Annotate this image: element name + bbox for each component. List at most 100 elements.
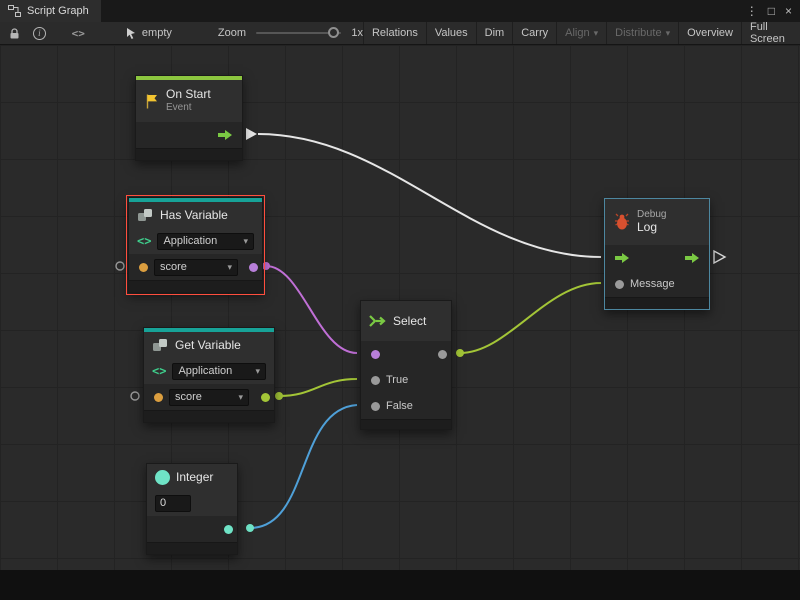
info-icon[interactable]: i bbox=[33, 27, 46, 40]
variable-name-value: score bbox=[175, 391, 202, 403]
scope-dropdown[interactable]: Application ▾ bbox=[157, 233, 254, 250]
relations-label: Relations bbox=[372, 27, 418, 39]
node-debug-log[interactable]: Debug Log Message bbox=[604, 198, 710, 310]
fullscreen-button[interactable]: Full Screen bbox=[741, 22, 800, 44]
message-label: Message bbox=[630, 278, 675, 290]
select-icon bbox=[369, 314, 387, 328]
variable-name-input-port[interactable] bbox=[154, 393, 163, 402]
variable-name-value: score bbox=[160, 261, 187, 273]
node-title: Has Variable bbox=[160, 208, 228, 222]
carry-button[interactable]: Carry bbox=[512, 22, 556, 44]
caret-down-icon: ▾ bbox=[238, 392, 243, 403]
bug-icon bbox=[613, 213, 631, 231]
tab-bar: Script Graph ⋮ □ × bbox=[0, 0, 800, 22]
node-footer bbox=[147, 542, 237, 554]
variable-name-input-port[interactable] bbox=[139, 263, 148, 272]
control-flow-arrow-start bbox=[246, 128, 257, 140]
tab-script-graph[interactable]: Script Graph bbox=[0, 0, 101, 22]
select-output-dot[interactable] bbox=[456, 349, 464, 357]
values-button[interactable]: Values bbox=[426, 22, 476, 44]
wire-control-onstart-to-log[interactable] bbox=[258, 134, 601, 257]
node-title: Log bbox=[637, 221, 666, 235]
pointer-icon bbox=[125, 27, 137, 40]
carry-label: Carry bbox=[521, 27, 548, 39]
zoom-value: 1x bbox=[351, 27, 363, 39]
node-footer bbox=[361, 419, 451, 429]
false-label: False bbox=[386, 400, 413, 412]
overview-label: Overview bbox=[687, 27, 733, 39]
value-output-port[interactable] bbox=[261, 393, 270, 402]
hasvariable-output-dot[interactable] bbox=[262, 262, 270, 270]
graph-canvas[interactable]: On Start Event Has bbox=[0, 45, 800, 570]
overview-button[interactable]: Overview bbox=[678, 22, 741, 44]
node-title: Select bbox=[393, 314, 426, 328]
caret-down-icon: ▾ bbox=[227, 262, 232, 273]
zoom-slider-handle[interactable] bbox=[328, 27, 339, 38]
tab-label: Script Graph bbox=[27, 5, 89, 17]
result-output-port[interactable] bbox=[249, 263, 258, 272]
scope-dropdown[interactable]: Application ▾ bbox=[172, 363, 266, 380]
wire-integer-to-select-false[interactable] bbox=[250, 405, 357, 528]
wire-hasvariable-to-select[interactable] bbox=[266, 266, 357, 353]
more-menu-button[interactable]: ⋮ bbox=[746, 4, 758, 18]
caret-down-icon: ▾ bbox=[243, 236, 248, 247]
node-title: Get Variable bbox=[175, 338, 241, 352]
selection-status-label: empty bbox=[142, 27, 172, 39]
align-button[interactable]: Align ▾ bbox=[556, 22, 606, 44]
node-get-variable[interactable]: Get Variable <> Application ▾ score ▾ bbox=[143, 327, 275, 423]
close-button[interactable]: × bbox=[785, 4, 792, 18]
node-select[interactable]: Select True False bbox=[360, 300, 452, 430]
maximize-button[interactable]: □ bbox=[768, 4, 775, 18]
node-title: Integer bbox=[176, 470, 213, 484]
true-label: True bbox=[386, 374, 408, 386]
window-buttons: ⋮ □ × bbox=[746, 0, 800, 22]
node-integer[interactable]: Integer bbox=[146, 463, 238, 555]
scope-dropdown-value: Application bbox=[163, 235, 217, 247]
node-title: On Start bbox=[166, 88, 211, 102]
variable-kind-icon: <> bbox=[152, 364, 166, 378]
fullscreen-label: Full Screen bbox=[750, 21, 792, 45]
control-input-port[interactable] bbox=[615, 253, 629, 263]
value-output-port[interactable] bbox=[224, 525, 233, 534]
node-footer bbox=[129, 280, 262, 292]
result-output-port[interactable] bbox=[438, 350, 447, 359]
control-flow-arrow-end[interactable] bbox=[714, 251, 725, 263]
message-input-port[interactable] bbox=[615, 280, 624, 289]
hasvariable-fallback-input-port[interactable] bbox=[116, 262, 124, 270]
node-has-variable[interactable]: Has Variable <> Application ▾ score ▾ bbox=[128, 197, 263, 293]
code-brackets-icon[interactable]: <> bbox=[72, 27, 85, 40]
distribute-label: Distribute bbox=[615, 27, 661, 39]
node-on-start[interactable]: On Start Event bbox=[135, 75, 243, 161]
getvariable-fallback-input-port[interactable] bbox=[131, 392, 139, 400]
control-output-port[interactable] bbox=[685, 253, 699, 263]
relations-button[interactable]: Relations bbox=[363, 22, 426, 44]
integer-output-dot[interactable] bbox=[246, 524, 254, 532]
caret-down-icon: ▾ bbox=[594, 28, 599, 39]
wire-getvariable-to-select-true[interactable] bbox=[279, 379, 357, 396]
variable-name-dropdown[interactable]: score ▾ bbox=[154, 259, 238, 276]
variable-kind-icon: <> bbox=[137, 234, 151, 248]
integer-value-input[interactable] bbox=[155, 495, 191, 512]
variable-name-dropdown[interactable]: score ▾ bbox=[169, 389, 249, 406]
lock-icon[interactable] bbox=[8, 27, 21, 40]
distribute-button[interactable]: Distribute ▾ bbox=[606, 22, 678, 44]
flag-icon bbox=[144, 93, 160, 110]
false-input-port[interactable] bbox=[371, 402, 380, 411]
values-label: Values bbox=[435, 27, 468, 39]
zoom-slider[interactable] bbox=[256, 32, 341, 34]
node-subtitle: Event bbox=[166, 102, 211, 114]
toolbar-button-group: Relations Values Dim Carry Align ▾ Distr… bbox=[363, 22, 800, 44]
graph-icon bbox=[8, 5, 21, 17]
getvariable-output-dot[interactable] bbox=[275, 392, 283, 400]
control-output-port[interactable] bbox=[218, 130, 232, 140]
dim-button[interactable]: Dim bbox=[476, 22, 513, 44]
node-footer bbox=[605, 297, 709, 309]
graph-toolbar: i <> empty Zoom 1x Relations Values Dim … bbox=[0, 22, 800, 45]
dim-label: Dim bbox=[485, 27, 505, 39]
condition-input-port[interactable] bbox=[371, 350, 380, 359]
node-footer bbox=[136, 148, 242, 160]
script-graph-window: Script Graph ⋮ □ × i <> empty Zoom 1x bbox=[0, 0, 800, 600]
zoom-label: Zoom bbox=[218, 27, 246, 39]
true-input-port[interactable] bbox=[371, 376, 380, 385]
wire-select-to-log-message[interactable] bbox=[460, 283, 601, 353]
